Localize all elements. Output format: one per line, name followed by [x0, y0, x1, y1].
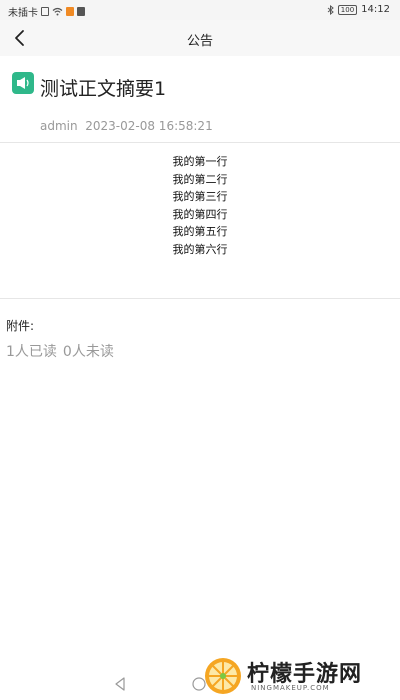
unread-count[interactable]: 0人未读 [63, 344, 114, 360]
sim-icon [41, 7, 49, 16]
nav-back-icon[interactable] [113, 676, 127, 692]
clock: 14:12 [361, 4, 390, 15]
bluetooth-icon [327, 4, 334, 15]
body-line: 我的第五行 [172, 225, 228, 238]
lemon-logo-icon [205, 658, 241, 694]
status-right: 100 14:12 [327, 4, 390, 15]
status-left: 未插卡 [8, 4, 85, 19]
page-title: 公告 [186, 34, 213, 49]
body-line: 我的第二行 [172, 172, 228, 186]
battery-level: 100 [340, 5, 355, 14]
notice-meta: admin 2023-02-08 16:58:21 [40, 119, 213, 133]
divider [0, 298, 400, 299]
wifi-icon [52, 7, 63, 16]
body-line: 我的第四行 [172, 207, 228, 221]
megaphone-icon [12, 72, 34, 94]
notice-title: 测试正文摘要1 [40, 78, 167, 100]
read-status: 1人已读 0人未读 [6, 341, 120, 361]
watermark-subtext: NINGMAKEUP.COM [251, 684, 330, 692]
attachment-label: 附件: [6, 319, 35, 333]
app-icon [77, 7, 85, 16]
nav-bar: 公告 [0, 20, 400, 56]
body-line: 我的第六行 [172, 242, 228, 256]
watermark: 柠檬手游网 NINGMAKEUP.COM [199, 656, 394, 696]
body-line: 我的第三行 [172, 190, 228, 203]
author: admin [40, 119, 78, 133]
carrier-text: 未插卡 [8, 8, 38, 19]
notice-body: 我的第一行 我的第二行 我的第三行 我的第四行 我的第五行 我的第六行 [0, 153, 400, 258]
body-line: 我的第一行 [172, 155, 228, 168]
divider [0, 142, 400, 143]
status-bar: 未插卡 100 14:12 [0, 0, 400, 20]
battery-icon: 100 [337, 4, 358, 15]
timestamp: 2023-02-08 16:58:21 [85, 119, 213, 133]
read-count[interactable]: 1人已读 [6, 344, 57, 360]
app-icon [66, 7, 74, 16]
